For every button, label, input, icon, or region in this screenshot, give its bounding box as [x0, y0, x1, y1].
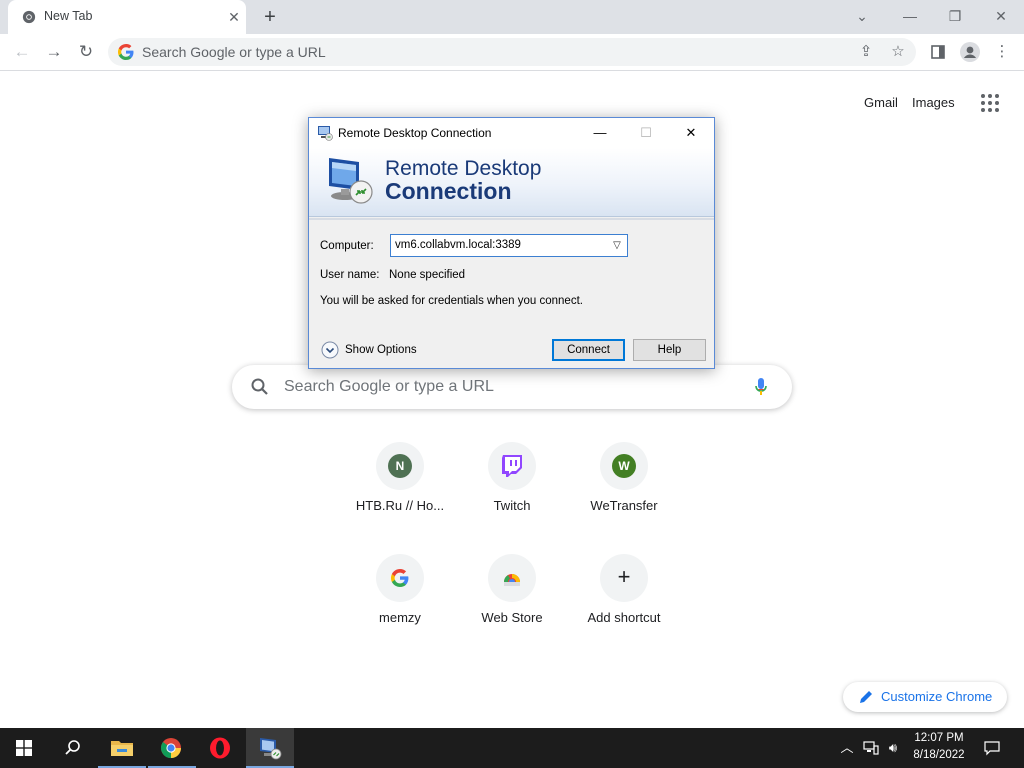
- tab-new-tab[interactable]: New Tab ✕: [8, 0, 246, 34]
- tray-overflow-chevron-icon[interactable]: ︿: [838, 738, 856, 758]
- shortcut-twitch[interactable]: Twitch: [456, 442, 568, 542]
- rdp-minimize-icon[interactable]: —: [577, 118, 623, 148]
- ntp-search-box[interactable]: Search Google or type a URL: [232, 365, 792, 409]
- rdp-window-title: Remote Desktop Connection: [338, 126, 492, 140]
- web-store-icon: [504, 574, 520, 586]
- shortcut-tile: [488, 554, 536, 602]
- shortcut-label: Web Store: [481, 610, 543, 625]
- windows-logo-icon: [16, 740, 32, 756]
- shortcut-label: Twitch: [493, 498, 531, 513]
- minimize-icon[interactable]: —: [890, 4, 930, 28]
- user-name-value: None specified: [389, 269, 466, 281]
- chrome-icon: [160, 738, 181, 759]
- forward-icon[interactable]: →: [40, 38, 68, 66]
- remote-desktop-icon: [318, 126, 333, 141]
- browser-toolbar: ← → ↻ Search Google or type a URL ⇪ ☆ ⋮: [0, 34, 1024, 71]
- gmail-link[interactable]: Gmail: [864, 95, 898, 110]
- clock-date[interactable]: 8/18/2022: [908, 749, 970, 761]
- folder-icon: [111, 741, 133, 756]
- shortcut-label: HTB.Ru // Ho...: [355, 498, 445, 513]
- shortcut-tile: [488, 442, 536, 490]
- reload-icon[interactable]: ↻: [72, 38, 100, 66]
- shortcut-tile: N: [376, 442, 424, 490]
- google-icon: [118, 44, 134, 60]
- help-button[interactable]: Help: [633, 339, 706, 361]
- menu-kebab-icon[interactable]: ⋮: [988, 38, 1016, 66]
- chrome-icon: [22, 10, 36, 24]
- tab-strip: New Tab ✕ + ⌄ — ❐ ✕: [0, 0, 1024, 34]
- images-link[interactable]: Images: [912, 95, 955, 110]
- computer-label: Computer:: [320, 240, 374, 252]
- notifications-icon[interactable]: [982, 738, 1002, 758]
- remote-desktop-monitor-icon: [329, 158, 373, 204]
- add-shortcut-button[interactable]: + Add shortcut: [568, 554, 680, 654]
- shortcut-tile: [376, 554, 424, 602]
- side-panel-icon[interactable]: [924, 38, 952, 66]
- google-apps-icon[interactable]: [980, 93, 1000, 113]
- computer-combobox[interactable]: vm6.collabvm.local:3389 ▽: [390, 234, 628, 257]
- show-options-button[interactable]: Show Options: [345, 344, 417, 356]
- tab-search-chevron-icon[interactable]: ⌄: [842, 4, 882, 28]
- close-tab-icon[interactable]: ✕: [224, 7, 244, 27]
- restore-icon[interactable]: ❐: [935, 4, 975, 28]
- letter-w-icon: W: [612, 454, 636, 478]
- taskbar-chrome[interactable]: [148, 728, 196, 768]
- shortcut-memzy[interactable]: memzy: [344, 554, 456, 654]
- computer-input-value[interactable]: vm6.collabvm.local:3389: [395, 239, 521, 251]
- rdp-titlebar[interactable]: Remote Desktop Connection — ☐ ✕: [309, 118, 714, 148]
- opera-icon: [210, 737, 230, 759]
- shortcut-wetransfer[interactable]: W WeTransfer: [568, 442, 680, 542]
- voice-search-icon[interactable]: [754, 377, 768, 397]
- address-bar[interactable]: Search Google or type a URL ⇪ ☆: [108, 38, 916, 66]
- tab-title: New Tab: [44, 9, 93, 23]
- rdp-maximize-icon: ☐: [640, 125, 652, 140]
- ntp-search-placeholder: Search Google or type a URL: [284, 378, 494, 395]
- remote-desktop-icon: [260, 738, 282, 760]
- shortcut-web-store[interactable]: Web Store: [456, 554, 568, 654]
- rdp-banner-title-line2: Connection: [385, 178, 512, 204]
- start-button[interactable]: [0, 728, 48, 768]
- google-g-icon: [391, 569, 409, 587]
- address-bar-placeholder: Search Google or type a URL: [142, 44, 326, 60]
- rdp-dialog: Remote Desktop Connection — ☐ ✕ Remote D…: [308, 117, 715, 369]
- close-window-icon[interactable]: ✕: [981, 4, 1021, 28]
- taskbar-file-explorer[interactable]: [98, 728, 146, 768]
- credentials-note: You will be asked for credentials when y…: [320, 295, 583, 307]
- shortcut-tile: +: [600, 554, 648, 602]
- taskbar-search-button[interactable]: [48, 728, 96, 768]
- shortcut-label: WeTransfer: [590, 498, 658, 513]
- rdp-divider: [309, 218, 714, 220]
- chevron-down-icon[interactable]: ▽: [607, 236, 627, 255]
- rdp-banner: Remote Desktop Connection: [309, 148, 714, 217]
- user-name-label: User name:: [320, 269, 380, 281]
- new-tab-button[interactable]: +: [258, 5, 282, 29]
- connect-button[interactable]: Connect: [552, 339, 625, 361]
- rdp-close-icon[interactable]: ✕: [668, 118, 714, 148]
- shortcut-label: Add shortcut: [587, 610, 661, 625]
- back-icon[interactable]: ←: [8, 38, 36, 66]
- clock-time[interactable]: 12:07 PM: [908, 732, 970, 744]
- profile-avatar-icon[interactable]: [956, 38, 984, 66]
- shortcut-tile: W: [600, 442, 648, 490]
- search-icon: [251, 378, 268, 395]
- shortcut-label: memzy: [379, 610, 421, 625]
- taskbar-opera[interactable]: [196, 728, 244, 768]
- letter-n-icon: N: [388, 454, 412, 478]
- expand-options-icon[interactable]: [321, 341, 339, 359]
- share-icon[interactable]: ⇪: [852, 38, 880, 66]
- shortcut-htb[interactable]: N HTB.Ru // Ho...: [344, 442, 456, 542]
- pencil-icon: [860, 691, 872, 703]
- customize-chrome-button[interactable]: Customize Chrome: [843, 682, 1007, 712]
- plus-icon: +: [617, 564, 631, 589]
- taskbar-remote-desktop[interactable]: [246, 728, 294, 768]
- customize-chrome-label: Customize Chrome: [881, 689, 993, 704]
- volume-icon[interactable]: 🔊︎: [884, 738, 902, 758]
- bookmark-star-icon[interactable]: ☆: [884, 38, 912, 66]
- twitch-icon: [502, 455, 522, 477]
- windows-taskbar: ︿ 🔊︎ 12:07 PM 8/18/2022: [0, 728, 1024, 768]
- search-icon: [65, 740, 80, 755]
- network-icon[interactable]: [862, 738, 880, 758]
